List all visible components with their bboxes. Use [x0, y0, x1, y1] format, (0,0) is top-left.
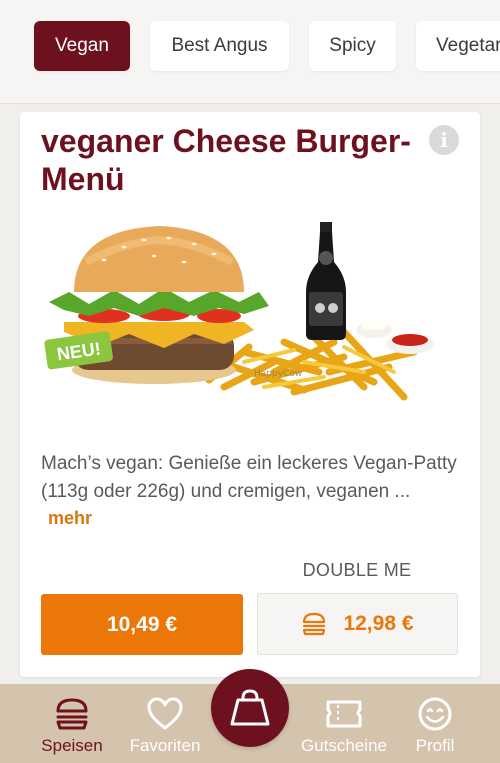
product-description: Mach’s vegan: Genieße ein leckeres Vegan… — [41, 453, 457, 502]
cart-button[interactable] — [211, 669, 289, 747]
double-me-label: DOUBLE ME — [302, 560, 412, 580]
filter-chip-vegetarian[interactable]: Vegetar — [416, 21, 500, 71]
more-link[interactable]: mehr — [48, 508, 92, 529]
nav-item-profil[interactable]: Profil — [385, 696, 485, 756]
double-price-label: 12,98 € — [343, 612, 414, 635]
add-to-cart-button[interactable]: 10,49 € — [41, 594, 243, 655]
category-filter-bar: Vegan Best Angus Spicy Vegetar — [0, 0, 500, 104]
heart-icon — [147, 697, 183, 730]
cola-bottle-image — [306, 222, 346, 340]
nav-label-gutscheine: Gutscheine — [301, 736, 387, 755]
price-label: 10,49 € — [106, 612, 178, 636]
coupon-icon — [326, 700, 362, 728]
fries-image — [205, 328, 418, 401]
dip-bowls-image — [356, 322, 434, 354]
burger-icon — [56, 698, 88, 730]
product-title: veganer Cheese Burger-Menü — [41, 123, 411, 197]
nav-item-speisen[interactable]: Speisen — [22, 696, 122, 756]
burger-icon — [303, 612, 326, 636]
filter-chip-spicy[interactable]: Spicy — [309, 21, 396, 71]
nav-label-speisen: Speisen — [41, 736, 103, 755]
nav-item-gutscheine[interactable]: Gutscheine — [294, 696, 394, 756]
smiley-icon — [418, 697, 452, 731]
filter-chip-vegan[interactable]: Vegan — [34, 21, 130, 71]
filter-chip-best-angus[interactable]: Best Angus — [150, 21, 289, 71]
nav-label-profil: Profil — [415, 736, 455, 755]
image-watermark: HappyCow — [254, 369, 302, 379]
info-icon[interactable]: i — [429, 125, 459, 155]
nav-item-favoriten[interactable]: Favoriten — [115, 696, 215, 756]
product-image: HappyCow NEU! — [44, 222, 434, 401]
product-card: veganer Cheese Burger-Menü i HappyCow NE… — [20, 112, 480, 677]
double-me-button[interactable]: 12,98 € — [257, 593, 458, 655]
nav-label-favoriten: Favoriten — [129, 736, 201, 755]
shopping-bag-icon — [230, 689, 270, 726]
